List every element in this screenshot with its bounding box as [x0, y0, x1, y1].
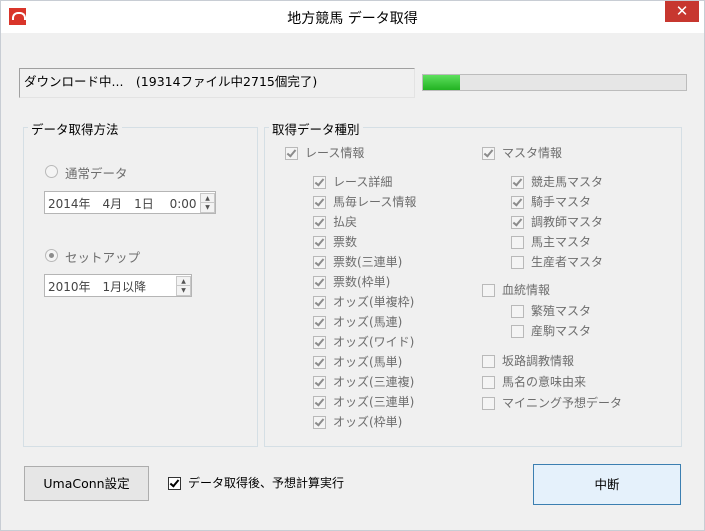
post-calc-box[interactable] — [168, 477, 181, 490]
race-item-checkbox-label: 票数(枠単) — [333, 275, 391, 289]
start-date-value: 2014年 4月 1日 0:00 — [48, 197, 197, 211]
race-item-checkbox-label: オッズ(馬単) — [333, 355, 403, 369]
other-data-checkbox-label: マイニング予想データ — [502, 396, 623, 410]
bloodline-item-checkbox-box[interactable] — [511, 325, 524, 338]
race-item-checkbox-label: レース詳細 — [333, 175, 393, 189]
other-data-checkbox-box[interactable] — [482, 355, 495, 368]
status-text: ダウンロード中... (19314ファイル中2715個完了) — [24, 74, 318, 89]
dialog-window: 地方競馬 データ取得 ✕ ダウンロード中... (19314ファイル中2715個… — [0, 0, 705, 531]
other-data-checkbox-box[interactable] — [482, 376, 495, 389]
window-title: 地方競馬 データ取得 — [287, 11, 418, 27]
master-item-checkbox-label: 調教師マスタ — [531, 215, 604, 229]
bloodline-item-checkbox-label: 産駒マスタ — [531, 324, 592, 338]
race-item-checkbox-label: 馬毎レース情報 — [333, 195, 417, 209]
race-item-checkbox-box[interactable] — [313, 216, 326, 229]
master-item-checkbox-box[interactable] — [511, 236, 524, 249]
race-item-checkbox-label: オッズ(ワイド) — [333, 335, 415, 349]
race-item-checkbox-label: 票数(三連単) — [333, 255, 403, 269]
spin-down-icon[interactable]: ▼ — [176, 285, 191, 296]
start-date-spinner[interactable]: 2014年 4月 1日 0:00 ▲ ▼ — [44, 191, 216, 214]
race-item-checkbox-label: オッズ(馬連) — [333, 315, 403, 329]
type-group-title: 取得データ種別 — [269, 119, 363, 138]
race-item-checkbox-box[interactable] — [313, 276, 326, 289]
race-item-checkbox-label: オッズ(単複枠) — [333, 295, 415, 309]
master-item-checkbox-box[interactable] — [511, 256, 524, 269]
bloodline-info-checkbox-label: 血統情報 — [502, 283, 551, 297]
race-item-checkbox-box[interactable] — [313, 316, 326, 329]
race-item-checkbox-box[interactable] — [313, 416, 326, 429]
race-item-checkbox-label: 票数 — [333, 235, 358, 249]
abort-button[interactable]: 中断 — [533, 464, 681, 505]
race-item-checkbox-box[interactable] — [313, 336, 326, 349]
post-calc-label: データ取得後、予想計算実行 — [188, 476, 345, 490]
close-button[interactable]: ✕ — [665, 1, 699, 22]
radio-setup-label: セットアップ — [65, 250, 141, 265]
bloodline-item-checkbox-box[interactable] — [511, 305, 524, 318]
radio-setup-circle[interactable] — [45, 249, 58, 262]
master-item-checkbox-label: 馬主マスタ — [531, 235, 592, 249]
race-info-checkbox-box[interactable] — [285, 147, 298, 160]
race-item-checkbox-box[interactable] — [313, 356, 326, 369]
race-item-checkbox-label: オッズ(三連単) — [333, 395, 415, 409]
race-item-checkbox-box[interactable] — [313, 256, 326, 269]
master-item-checkbox-box[interactable] — [511, 216, 524, 229]
race-item-checkbox-box[interactable] — [313, 176, 326, 189]
title-bar: 地方競馬 データ取得 ✕ — [1, 1, 704, 33]
bloodline-item-checkbox-label: 繁殖マスタ — [531, 304, 592, 318]
master-item-checkbox-box[interactable] — [511, 196, 524, 209]
master-item-checkbox-label: 生産者マスタ — [531, 255, 604, 269]
other-data-checkbox-label: 坂路調教情報 — [502, 354, 575, 368]
race-item-checkbox-box[interactable] — [313, 396, 326, 409]
race-item-checkbox-box[interactable] — [313, 376, 326, 389]
progress-bar — [422, 74, 687, 91]
master-item-checkbox-box[interactable] — [511, 176, 524, 189]
other-data-checkbox-box[interactable] — [482, 397, 495, 410]
race-item-checkbox-label: オッズ(三連複) — [333, 375, 415, 389]
setup-date-spinner[interactable]: 2010年 1月以降 ▲ ▼ — [44, 274, 192, 297]
spin-down-icon[interactable]: ▼ — [200, 202, 215, 213]
umaconn-settings-button[interactable]: UmaConn設定 — [24, 466, 149, 501]
race-info-checkbox-label: レース情報 — [305, 146, 365, 160]
race-item-checkbox-box[interactable] — [313, 296, 326, 309]
radio-normal-circle[interactable] — [45, 165, 58, 178]
other-data-checkbox-label: 馬名の意味由来 — [502, 375, 587, 389]
race-item-checkbox-label: 払戻 — [333, 215, 358, 229]
race-item-checkbox-label: オッズ(枠単) — [333, 415, 403, 429]
master-info-checkbox-box[interactable] — [482, 147, 495, 160]
bloodline-info-checkbox-box[interactable] — [482, 284, 495, 297]
radio-normal-label: 通常データ — [65, 166, 128, 181]
setup-date-value: 2010年 1月以降 — [48, 280, 147, 294]
progress-fill — [423, 75, 460, 90]
status-box: ダウンロード中... (19314ファイル中2715個完了) — [19, 68, 415, 98]
master-info-checkbox-label: マスタ情報 — [502, 146, 563, 160]
method-group-title: データ取得方法 — [28, 119, 122, 138]
master-item-checkbox-label: 騎手マスタ — [531, 195, 592, 209]
race-item-checkbox-box[interactable] — [313, 236, 326, 249]
master-item-checkbox-label: 競走馬マスタ — [531, 175, 604, 189]
race-item-checkbox-box[interactable] — [313, 196, 326, 209]
